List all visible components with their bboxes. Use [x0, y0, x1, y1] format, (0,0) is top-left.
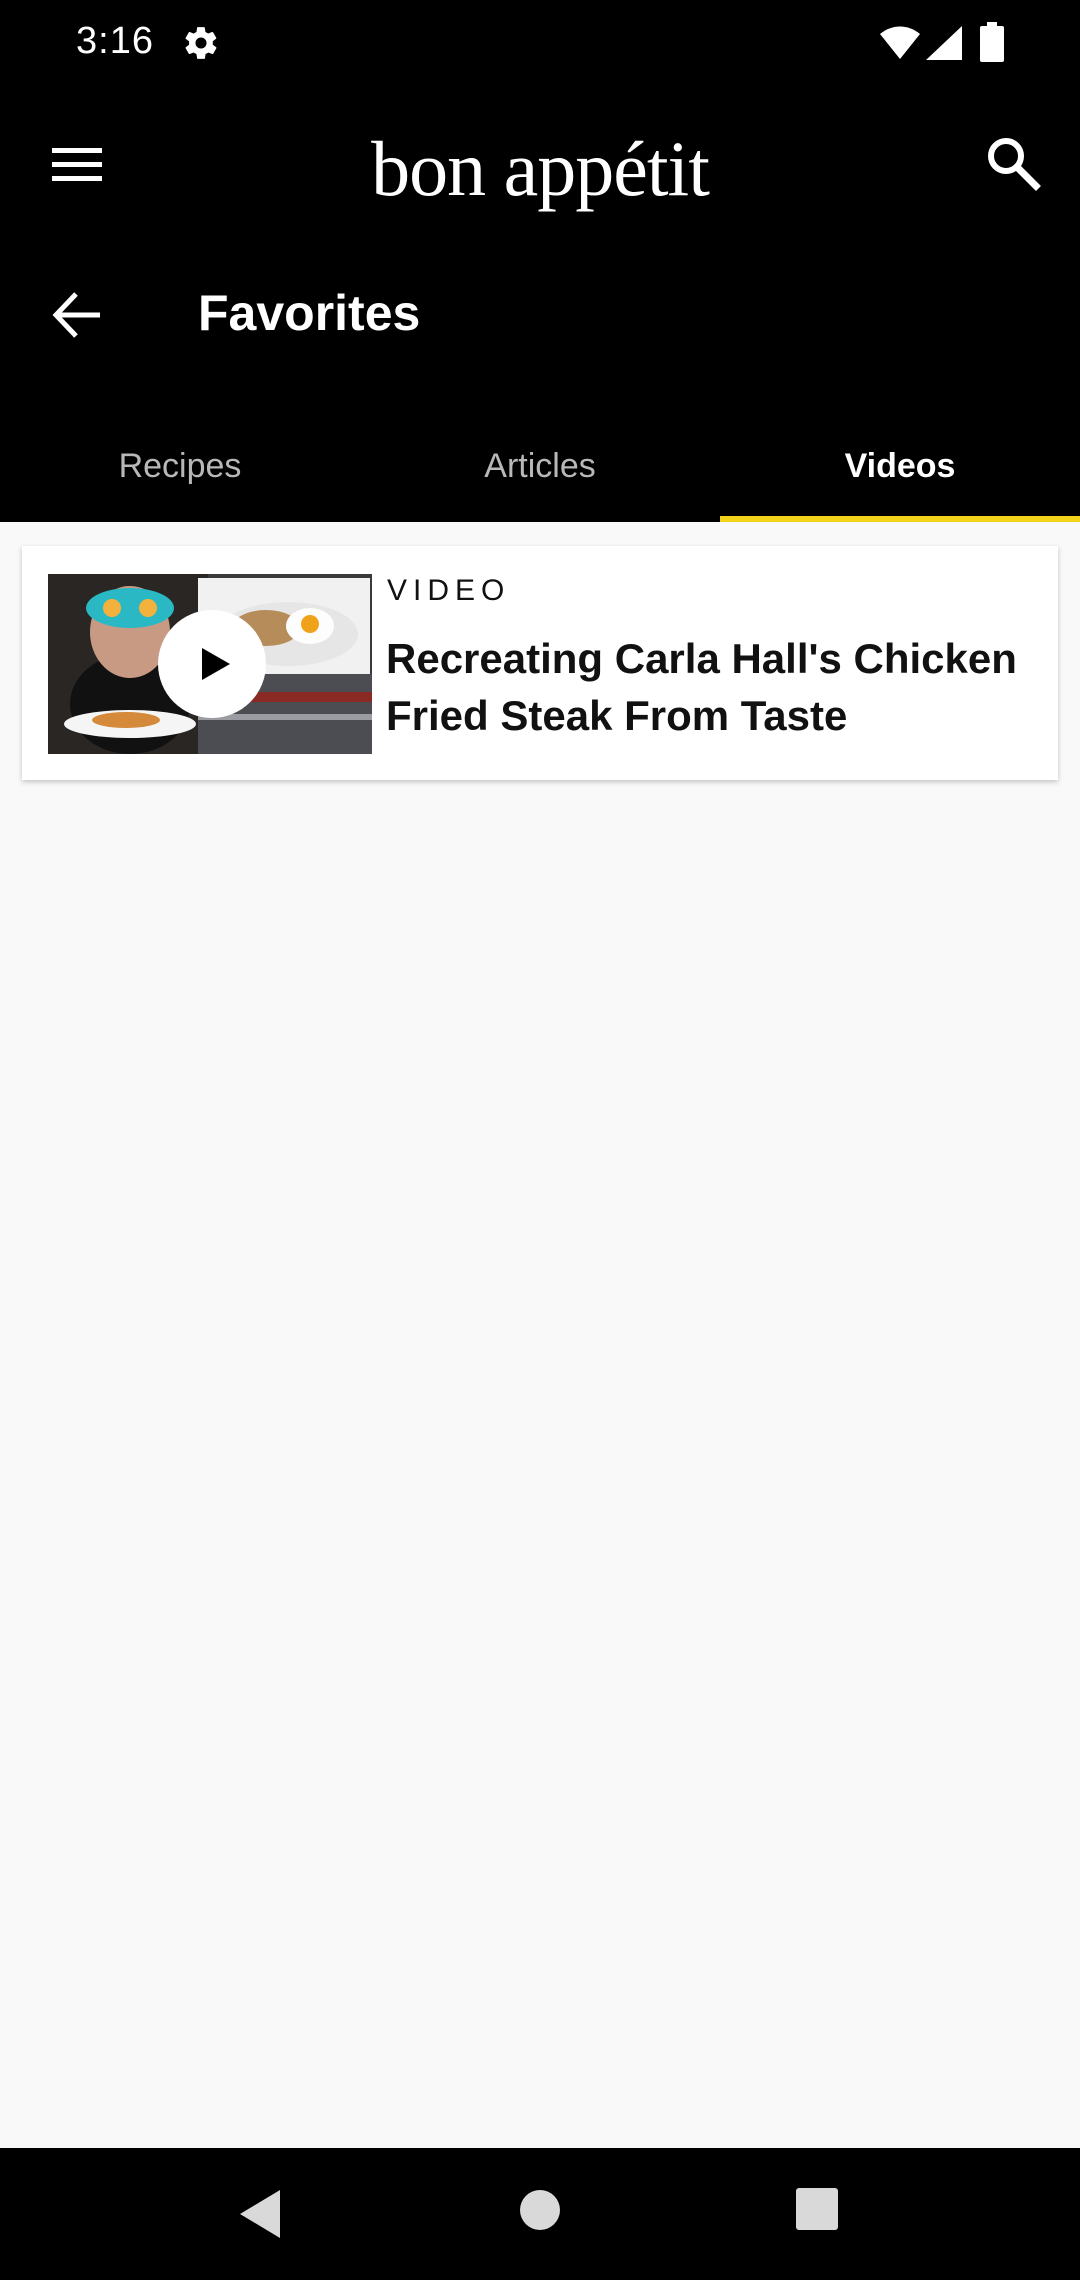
tab-label: Articles	[484, 446, 596, 485]
tab-videos[interactable]: Videos	[720, 410, 1080, 522]
app-bar: bon appétit Favorites Recipes Articles V…	[0, 88, 1080, 522]
nav-home-icon[interactable]	[518, 2188, 562, 2232]
video-title[interactable]: Recreating Carla Hall's Chicken Fried St…	[386, 630, 1036, 744]
video-thumbnail[interactable]	[48, 574, 372, 754]
status-time: 3:16	[76, 20, 154, 62]
cell-signal-icon	[926, 26, 962, 60]
favorite-video-card[interactable]: VIDEO Recreating Carla Hall's Chicken Fr…	[22, 546, 1058, 780]
brand-logo: bon appétit	[371, 125, 710, 212]
tab-articles[interactable]: Articles	[360, 410, 720, 522]
page-title: Favorites	[198, 285, 421, 341]
wifi-icon	[880, 26, 920, 59]
search-icon[interactable]	[980, 130, 1046, 196]
nav-back-icon[interactable]	[234, 2188, 284, 2240]
battery-icon	[980, 22, 1004, 62]
back-arrow-icon[interactable]	[44, 282, 110, 348]
gear-icon	[185, 27, 217, 59]
tab-recipes[interactable]: Recipes	[0, 410, 360, 522]
tab-label: Videos	[844, 446, 956, 485]
play-icon[interactable]	[158, 610, 266, 718]
system-nav-bar	[0, 2148, 1080, 2280]
nav-recents-icon[interactable]	[796, 2188, 838, 2230]
status-bar: 3:16	[0, 0, 1080, 88]
tab-bar: Recipes Articles Videos	[0, 410, 1080, 522]
content-type-label: VIDEO	[387, 574, 511, 607]
tab-label: Recipes	[118, 446, 242, 485]
